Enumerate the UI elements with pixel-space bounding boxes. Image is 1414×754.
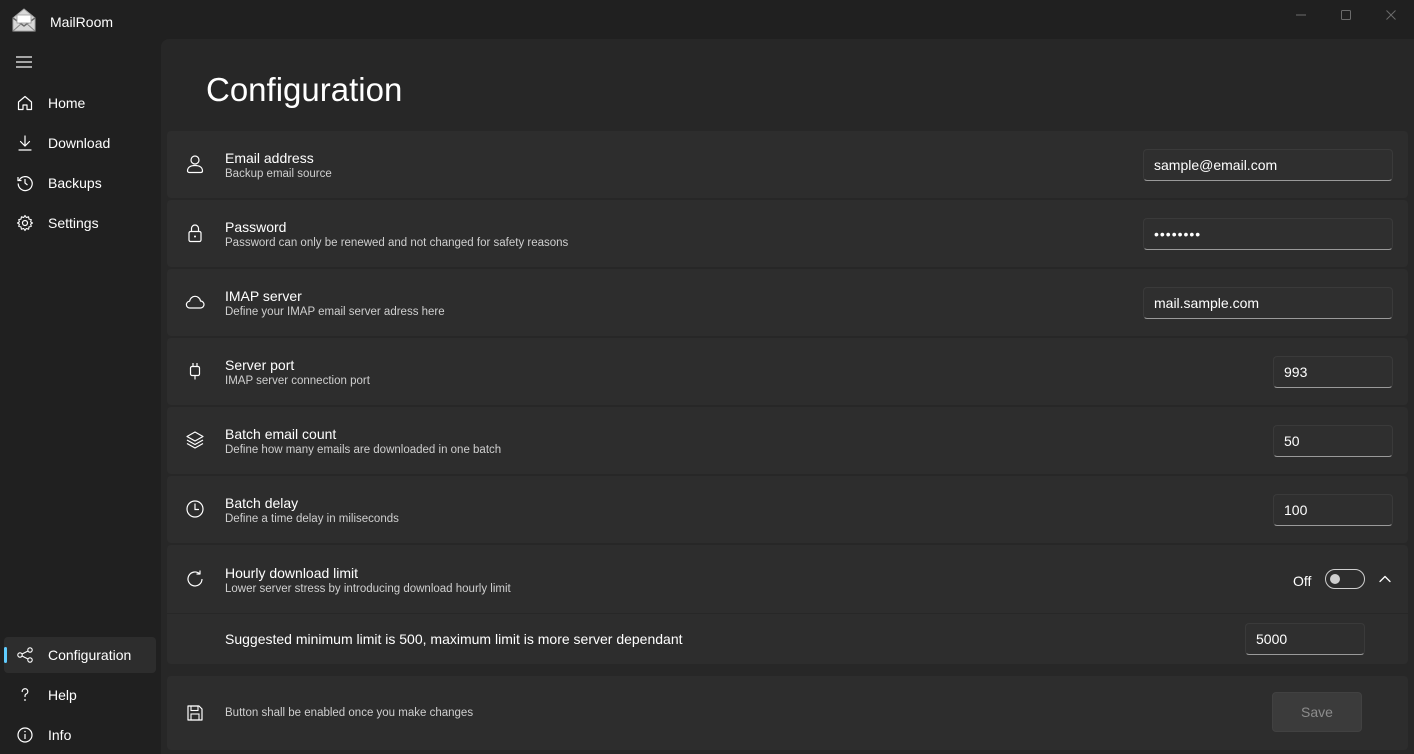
nav-item-help[interactable]: Help [4,677,156,713]
info-icon [16,726,34,744]
hamburger-menu-button[interactable] [14,52,34,72]
setting-desc-batch-count: Define how many emails are downloaded in… [225,444,502,456]
nav-item-info[interactable]: Info [4,717,156,753]
refresh-icon [184,568,206,590]
hourly-limit-hint: Suggested minimum limit is 500, maximum … [225,631,683,647]
nav-label-help: Help [48,687,77,703]
nav-label-settings: Settings [48,215,99,231]
toggle-knob [1330,574,1340,584]
nav-item-download[interactable]: Download [4,125,156,161]
mailroom-logo-icon [10,6,38,34]
hamburger-icon [16,56,32,68]
title-bar: MailRoom [0,0,1414,40]
setting-card-port: Server port IMAP server connection port … [167,338,1408,405]
save-button[interactable]: Save [1272,692,1362,732]
app-title: MailRoom [50,14,114,30]
batch-count-input[interactable]: 50 [1273,425,1393,457]
minimize-button[interactable] [1278,0,1324,30]
hourly-limit-input[interactable]: 5000 [1245,623,1365,655]
setting-title-email: Email address [225,150,314,166]
nav-label-home: Home [48,95,86,111]
close-button[interactable] [1368,0,1414,30]
setting-card-batch-delay: Batch delay Define a time delay in milis… [167,476,1408,543]
maximize-icon [1341,10,1351,20]
question-icon [16,686,34,704]
setting-desc-batch-delay: Define a time delay in miliseconds [225,513,399,525]
setting-title-password: Password [225,219,287,235]
setting-card-batch-count: Batch email count Define how many emails… [167,407,1408,474]
save-hint: Button shall be enabled once you make ch… [225,707,474,719]
nav-item-backups[interactable]: Backups [4,165,156,201]
chevron-up-icon[interactable] [1377,571,1393,587]
history-icon [16,174,34,192]
nav-label-configuration: Configuration [48,647,132,663]
setting-card-password: Password Password can only be renewed an… [167,200,1408,267]
layers-icon [184,429,206,451]
server-port-input[interactable]: 993 [1273,356,1393,388]
page-title: Configuration [206,71,403,108]
save-icon [184,702,206,724]
nav-label-info: Info [48,727,72,743]
batch-delay-input[interactable]: 100 [1273,494,1393,526]
nav-item-configuration[interactable]: Configuration [4,637,156,673]
setting-title-imap: IMAP server [225,288,302,304]
hourly-limit-toggle[interactable] [1325,569,1365,589]
download-icon [16,134,34,152]
minimize-icon [1296,14,1306,16]
toggle-state-label: Off [1293,573,1312,589]
setting-title-port: Server port [225,357,295,373]
setting-desc-hourly-limit: Lower server stress by introducing downl… [225,583,511,595]
setting-title-hourly-limit: Hourly download limit [225,565,359,581]
clock-icon [184,498,206,520]
imap-server-input[interactable]: mail.sample.com [1143,287,1393,319]
lock-icon [184,222,206,244]
share-nodes-icon [16,646,34,664]
email-input[interactable]: sample@email.com [1143,149,1393,181]
nav-item-home[interactable]: Home [4,85,156,121]
content-area: Configuration Email address Backup email… [161,39,1414,754]
password-input[interactable]: •••••••• [1143,218,1393,250]
setting-desc-email: Backup email source [225,168,332,180]
setting-desc-imap: Define your IMAP email server adress her… [225,306,445,318]
person-icon [184,153,206,175]
setting-card-save: Button shall be enabled once you make ch… [167,676,1408,750]
active-indicator [4,647,7,663]
setting-title-batch-delay: Batch delay [225,495,299,511]
setting-desc-port: IMAP server connection port [225,375,370,387]
setting-card-hourly-limit[interactable]: Hourly download limit Lower server stres… [167,545,1408,613]
nav-label-download: Download [48,135,111,151]
nav-label-backups: Backups [48,175,102,191]
close-icon [1386,10,1396,20]
setting-card-email: Email address Backup email source sample… [167,131,1408,198]
setting-card-imap: IMAP server Define your IMAP email serve… [167,269,1408,336]
setting-title-batch-count: Batch email count [225,426,337,442]
hourly-limit-expanded-content: Suggested minimum limit is 500, maximum … [167,614,1408,664]
home-icon [16,94,34,112]
maximize-button[interactable] [1323,0,1369,30]
cloud-icon [184,291,206,313]
setting-desc-password: Password can only be renewed and not cha… [225,237,569,249]
nav-item-settings[interactable]: Settings [4,205,156,241]
plug-icon [184,360,206,382]
gear-icon [16,214,34,232]
